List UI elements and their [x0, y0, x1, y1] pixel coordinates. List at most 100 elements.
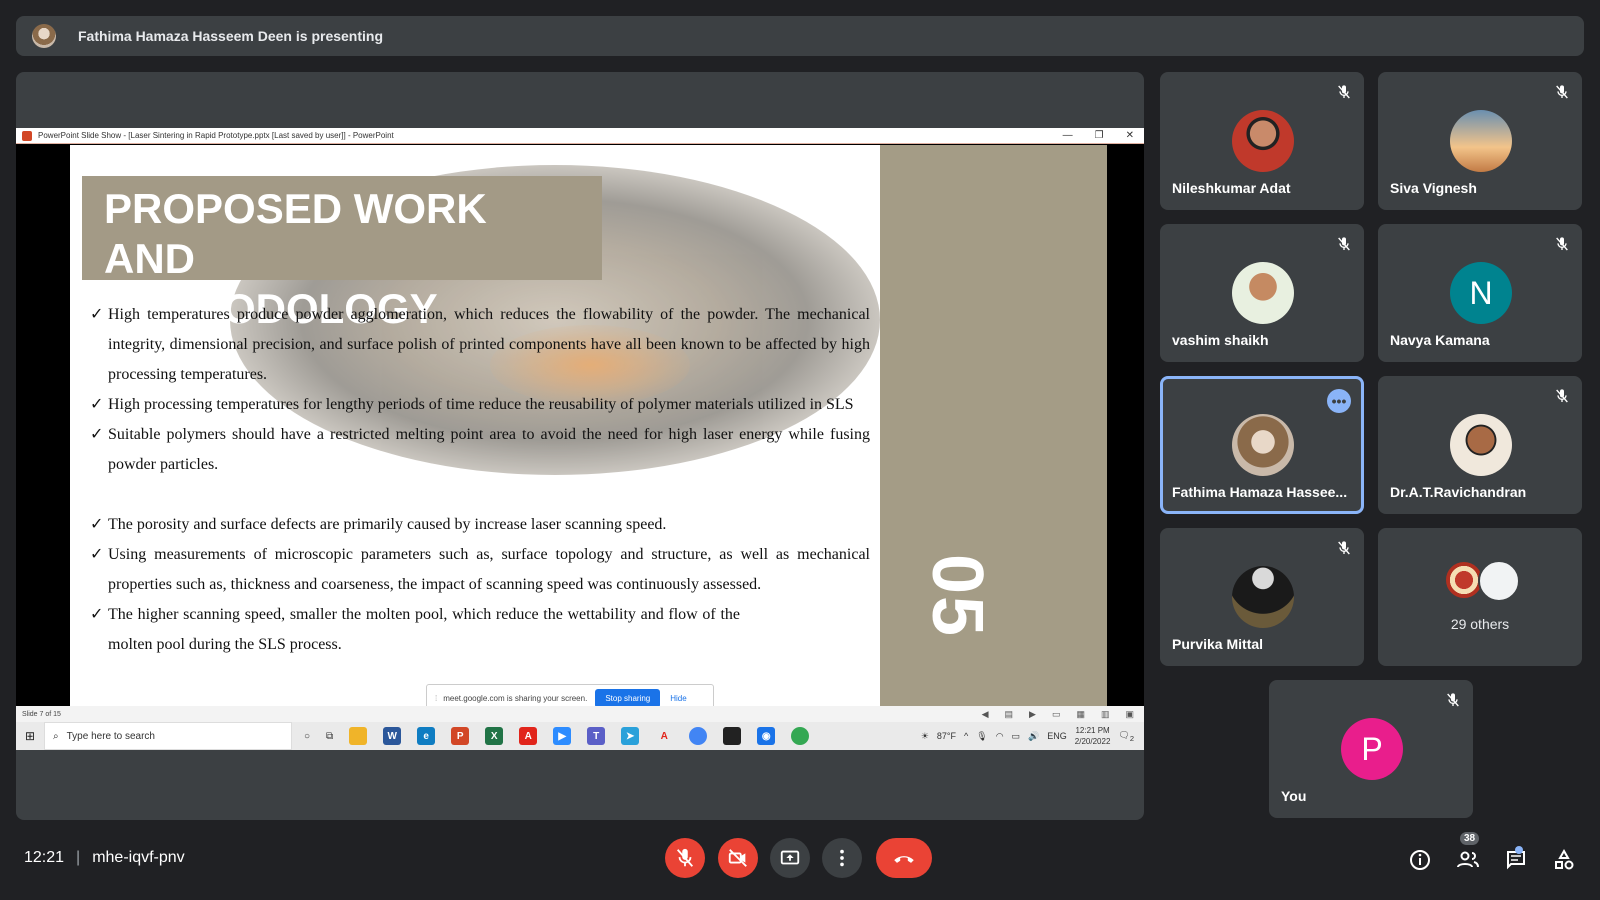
people-icon: [1457, 851, 1479, 868]
acrobat-icon[interactable]: A: [519, 727, 538, 745]
microphone-tray-icon[interactable]: 🎙: [976, 731, 987, 742]
participant-tile[interactable]: Purvika Mittal: [1160, 528, 1364, 666]
participant-tile[interactable]: Siva Vignesh: [1378, 72, 1582, 210]
clock-time: 12:21 PM: [1075, 726, 1110, 735]
bullet-item: ✓ High processing temperatures for length…: [90, 390, 870, 420]
wifi-icon[interactable]: ◠: [996, 731, 1004, 742]
bullet-text: The porosity and surface defects are pri…: [108, 516, 667, 533]
reading-view-icon[interactable]: ▥: [1101, 709, 1110, 720]
powerpoint-title-bar: PowerPoint Slide Show - [Laser Sintering…: [16, 128, 1144, 144]
bullet-item: ✓ The porosity and surface defects are pr…: [90, 510, 870, 540]
camera-toggle-button[interactable]: [718, 838, 758, 878]
chrome-second-icon[interactable]: [791, 727, 810, 745]
normal-view-icon[interactable]: ▭: [1052, 709, 1061, 720]
check-icon: ✓: [90, 396, 104, 413]
mic-off-icon: [1556, 237, 1568, 251]
tray-chevron-icon[interactable]: ^: [964, 731, 968, 741]
edge-icon[interactable]: e: [417, 727, 436, 745]
next-icon[interactable]: ▶: [1029, 709, 1036, 720]
taskbar-search-input[interactable]: Type here to search: [67, 731, 155, 742]
windows-start-icon[interactable]: ⊞: [16, 729, 44, 743]
word-icon[interactable]: W: [383, 727, 402, 745]
check-icon: ✓: [90, 426, 104, 443]
activities-button[interactable]: [1552, 848, 1576, 872]
stop-sharing-button[interactable]: Stop sharing: [595, 688, 661, 708]
people-button[interactable]: [1456, 848, 1480, 872]
mic-off-icon: [1338, 541, 1350, 555]
previous-icon[interactable]: ◀: [982, 709, 989, 720]
others-count: 29 others: [1450, 616, 1510, 632]
bullet-item: ✓ High temperatures produce powder agglom…: [90, 300, 870, 390]
meeting-details-button[interactable]: [1408, 848, 1432, 872]
participant-tile-presenter[interactable]: ••• Fathima Hamaza Hassee...: [1160, 376, 1364, 514]
slide-bullets: ✓ High temperatures produce powder agglom…: [90, 300, 870, 660]
microphone-toggle-button[interactable]: [665, 838, 705, 878]
teams-icon[interactable]: T: [587, 727, 606, 745]
close-icon[interactable]: ✕: [1126, 130, 1134, 141]
speaker-icon[interactable]: 🔊: [1028, 731, 1039, 742]
check-icon: ✓: [90, 516, 104, 533]
participant-avatar: [1450, 110, 1512, 172]
font-app-icon[interactable]: A: [655, 727, 674, 745]
participant-tile[interactable]: Nileshkumar Adat: [1160, 72, 1364, 210]
leave-call-button[interactable]: [876, 838, 932, 878]
screen-capture-icon[interactable]: ◉: [757, 727, 776, 745]
cortana-icon[interactable]: ○: [304, 731, 310, 742]
participant-name: You: [1281, 788, 1307, 804]
info-icon: [1410, 850, 1430, 870]
slide-number: 05: [917, 553, 998, 639]
participant-avatar: N: [1450, 262, 1512, 324]
share-notice-text: meet.google.com is sharing your screen.: [443, 693, 588, 703]
chrome-icon[interactable]: [689, 727, 708, 745]
check-icon: ✓: [90, 306, 104, 323]
participant-tile[interactable]: Dr.A.T.Ravichandran: [1378, 376, 1582, 514]
participant-tile[interactable]: vashim shaikh: [1160, 224, 1364, 362]
meeting-time: 12:21: [24, 849, 65, 866]
participant-avatar: [1478, 560, 1520, 602]
participant-avatar: [1450, 414, 1512, 476]
hide-button[interactable]: Hide: [670, 694, 686, 703]
zoom-icon[interactable]: ▶: [553, 727, 572, 745]
bullet-text: Using measurements of microscopic parame…: [108, 546, 870, 593]
notifications-icon[interactable]: 🗨2: [1118, 730, 1134, 743]
excel-icon[interactable]: X: [485, 727, 504, 745]
slide-counter: Slide 7 of 15: [22, 710, 61, 718]
presentation-stage[interactable]: PowerPoint Slide Show - [Laser Sintering…: [16, 72, 1144, 820]
minimize-icon[interactable]: —: [1063, 130, 1073, 141]
search-icon: ⌕: [53, 730, 59, 742]
others-tile[interactable]: 29 others: [1378, 528, 1582, 666]
taskbar-search[interactable]: ⌕ Type here to search: [44, 722, 292, 750]
powerpoint-app-icon[interactable]: P: [451, 727, 470, 745]
notification-count: 2: [1129, 733, 1134, 743]
more-options-button[interactable]: [822, 838, 862, 878]
slide-title-box: PROPOSED WORK AND METHODOLOGY: [82, 176, 602, 332]
sticky-notes-icon[interactable]: [723, 727, 742, 745]
battery-icon[interactable]: ▭: [1012, 731, 1021, 742]
hang-up-icon: [894, 856, 914, 863]
meeting-info: 12:21 | mhe-iqvf-pnv: [24, 849, 185, 867]
restore-icon[interactable]: ❐: [1095, 130, 1104, 141]
mic-off-icon: [1447, 693, 1459, 707]
file-explorer-icon[interactable]: [349, 727, 368, 745]
taskbar-clock[interactable]: 12:21 PM 2/20/2022: [1075, 725, 1111, 747]
weather-temp[interactable]: 87°F: [937, 731, 956, 741]
slide-view-icon[interactable]: ▤: [1005, 709, 1014, 720]
participant-name: vashim shaikh: [1172, 332, 1269, 348]
participant-avatar: [1232, 414, 1294, 476]
slide-title-line1: PROPOSED WORK AND: [104, 185, 487, 282]
present-screen-button[interactable]: [770, 838, 810, 878]
participant-tile[interactable]: N Navya Kamana: [1378, 224, 1582, 362]
sorter-view-icon[interactable]: ▦: [1076, 709, 1085, 720]
slideshow-view-icon[interactable]: ▣: [1125, 709, 1134, 720]
mic-off-icon: [1556, 389, 1568, 403]
windows-taskbar: ⊞ ⌕ Type here to search ○ ⧉ W e P X A ▶ …: [16, 722, 1144, 750]
more-options-icon[interactable]: •••: [1327, 389, 1351, 413]
telegram-icon[interactable]: ➤: [621, 727, 640, 745]
task-view-icon[interactable]: ⧉: [326, 731, 333, 742]
mic-off-icon: [1338, 85, 1350, 99]
language-indicator[interactable]: ENG: [1047, 731, 1067, 741]
drag-handle-icon[interactable]: ⁞: [435, 694, 437, 703]
powerpoint-status-bar: Slide 7 of 15 ◀ ▤ ▶ ▭ ▦ ▥ ▣: [16, 706, 1144, 722]
self-tile[interactable]: P You: [1269, 680, 1473, 818]
weather-icon[interactable]: ☀: [921, 731, 929, 742]
